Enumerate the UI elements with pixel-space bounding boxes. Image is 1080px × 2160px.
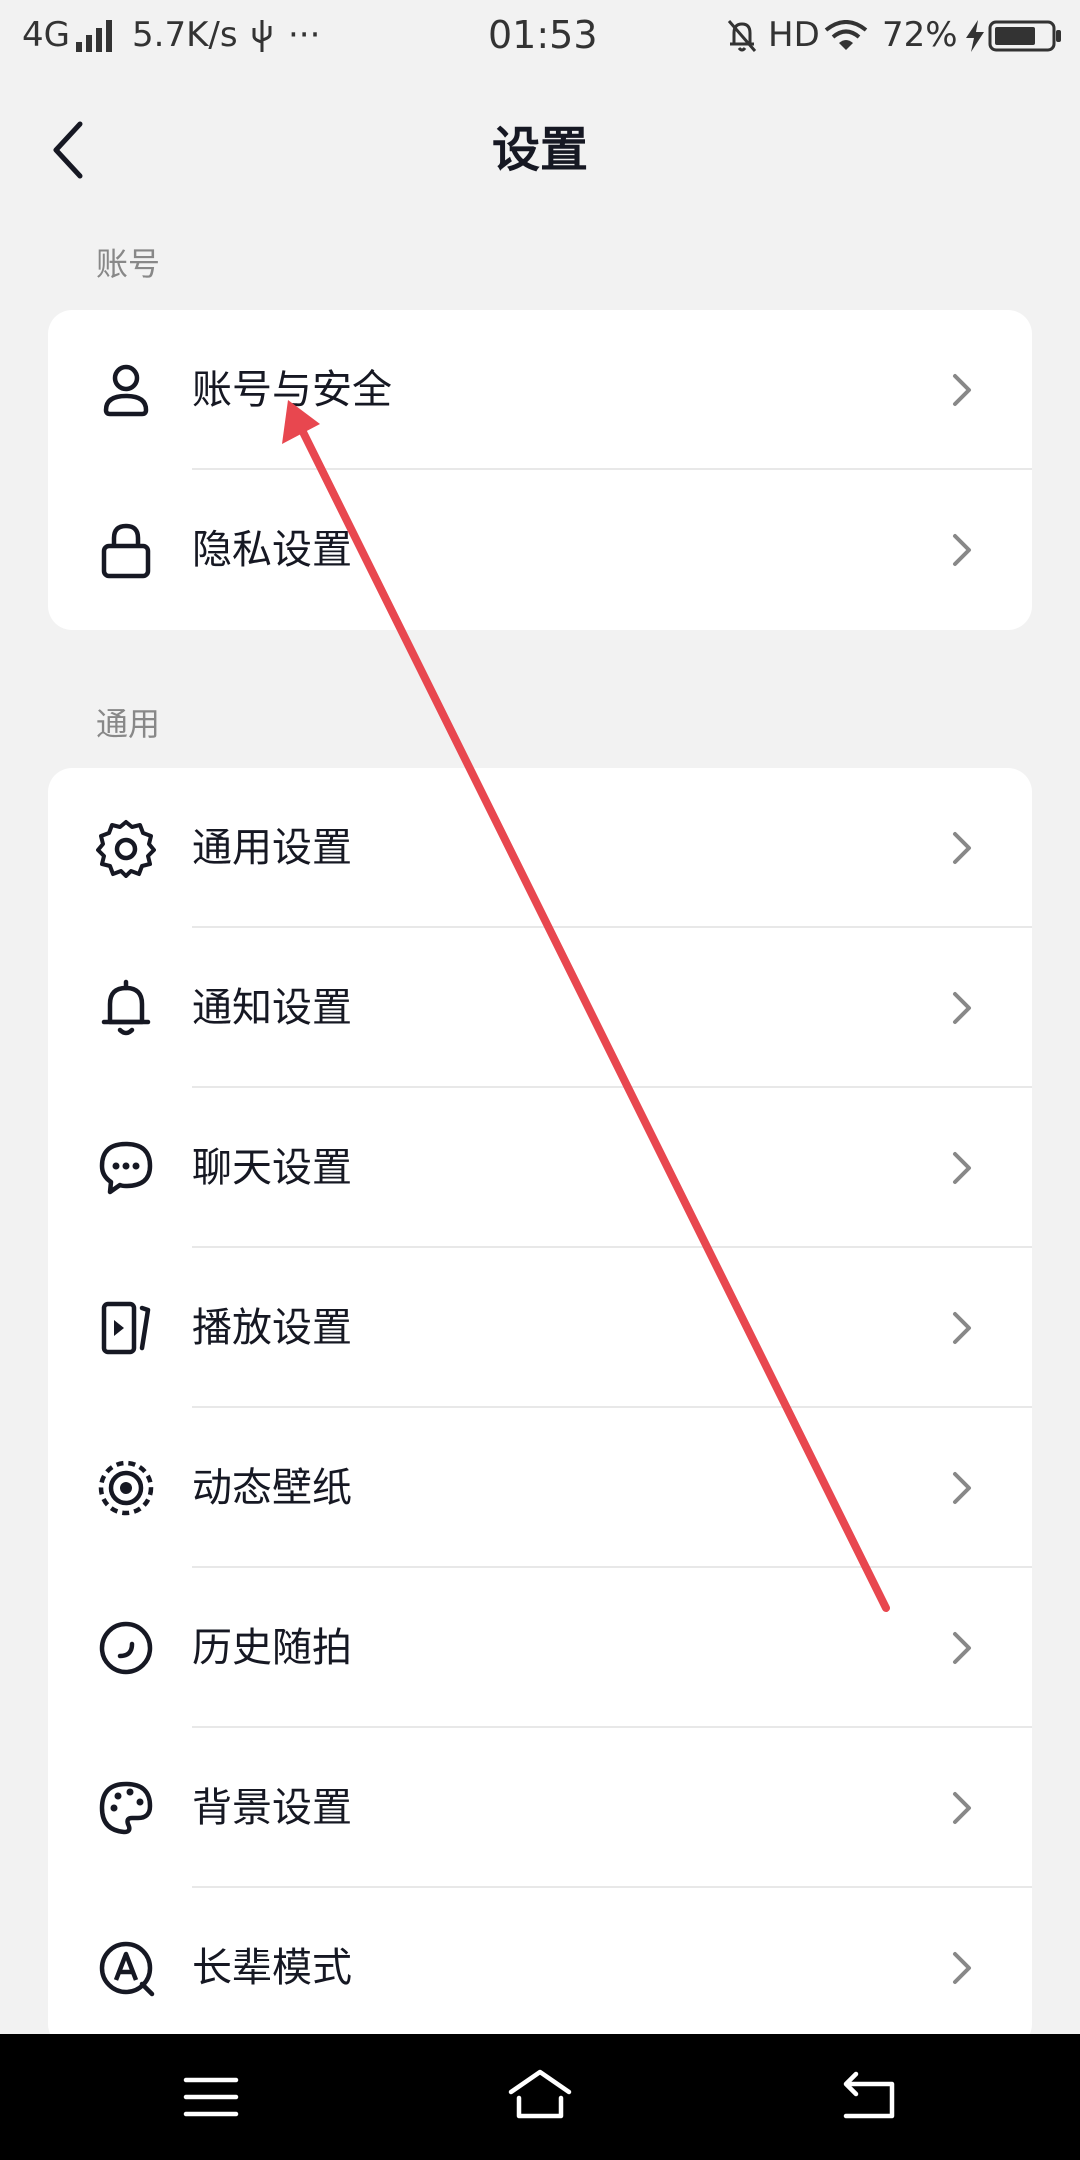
chevron-right-icon <box>953 1952 971 1984</box>
chevron-right-icon <box>953 534 971 566</box>
row-label: 播放设置 <box>192 1305 352 1351</box>
row-label: 背景设置 <box>192 1785 352 1831</box>
chevron-right-icon <box>953 832 971 864</box>
settings-row-account-security[interactable]: 账号与安全 <box>48 310 1032 470</box>
wifi-icon <box>824 20 868 50</box>
row-label: 账号与安全 <box>192 367 392 413</box>
wallpaper-icon <box>98 1460 154 1516</box>
section-label-general: 通用 <box>96 705 161 743</box>
chevron-right-icon <box>953 992 971 1024</box>
menu-icon[interactable] <box>176 2064 246 2130</box>
settings-row-history-shots[interactable]: 历史随拍 <box>48 1568 1032 1728</box>
navigation-bar <box>0 2034 1080 2160</box>
settings-row-playback[interactable]: 播放设置 <box>48 1248 1032 1408</box>
palette-icon <box>99 1781 153 1835</box>
row-label: 历史随拍 <box>192 1625 352 1671</box>
signal-icon <box>76 20 112 52</box>
row-label: 长辈模式 <box>192 1945 352 1991</box>
row-label: 动态壁纸 <box>192 1465 352 1511</box>
network-type: 4G <box>22 15 70 55</box>
usb-icon <box>252 20 272 52</box>
battery-percent: 72% <box>882 15 958 55</box>
account-card: 账号与安全 隐私设置 <box>48 310 1032 630</box>
row-label: 通知设置 <box>192 985 352 1031</box>
settings-row-chat[interactable]: 聊天设置 <box>48 1088 1032 1248</box>
hd-indicator: HD <box>768 15 820 55</box>
settings-row-elder-mode[interactable]: 长辈模式 <box>48 1888 1032 2048</box>
title-bar: 设置 <box>0 90 1080 210</box>
chevron-right-icon <box>953 1792 971 1824</box>
person-icon <box>103 364 149 417</box>
history-icon <box>99 1621 153 1675</box>
settings-row-privacy[interactable]: 隐私设置 <box>48 470 1032 630</box>
elder-mode-icon <box>99 1941 155 1997</box>
row-label: 通用设置 <box>192 825 352 871</box>
back-nav-icon[interactable] <box>834 2064 904 2130</box>
network-speed: 5.7K/s <box>132 15 238 55</box>
more-indicator: ··· <box>288 15 321 55</box>
home-icon[interactable] <box>505 2064 575 2130</box>
lock-icon <box>101 523 151 579</box>
settings-row-notification[interactable]: 通知设置 <box>48 928 1032 1088</box>
bell-icon <box>101 979 151 1036</box>
chat-icon <box>99 1141 153 1195</box>
settings-row-live-wallpaper[interactable]: 动态壁纸 <box>48 1408 1032 1568</box>
row-label: 聊天设置 <box>192 1145 352 1191</box>
mute-bell-icon <box>727 20 757 52</box>
chevron-right-icon <box>953 1312 971 1344</box>
chevron-right-icon <box>953 1152 971 1184</box>
page-title: 设置 <box>491 122 588 178</box>
chevron-right-icon <box>953 374 971 406</box>
chevron-right-icon <box>953 1472 971 1504</box>
play-icon <box>101 1301 151 1355</box>
section-label-account: 账号 <box>96 245 161 283</box>
settings-row-general[interactable]: 通用设置 <box>48 768 1032 928</box>
charging-icon <box>966 20 984 52</box>
general-card: 通用设置 通知设置 聊天设置 播放设置 动态壁纸 历史随拍 背景设置 长辈模式 <box>48 768 1032 2048</box>
gear-icon <box>96 820 156 878</box>
row-label: 隐私设置 <box>192 527 352 573</box>
settings-row-background[interactable]: 背景设置 <box>48 1728 1032 1888</box>
status-bar: 4G 5.7K/s ··· 01:53 HD 72% <box>0 0 1080 72</box>
battery-icon <box>988 20 1061 52</box>
chevron-right-icon <box>953 1632 971 1664</box>
clock: 01:53 <box>488 13 598 57</box>
